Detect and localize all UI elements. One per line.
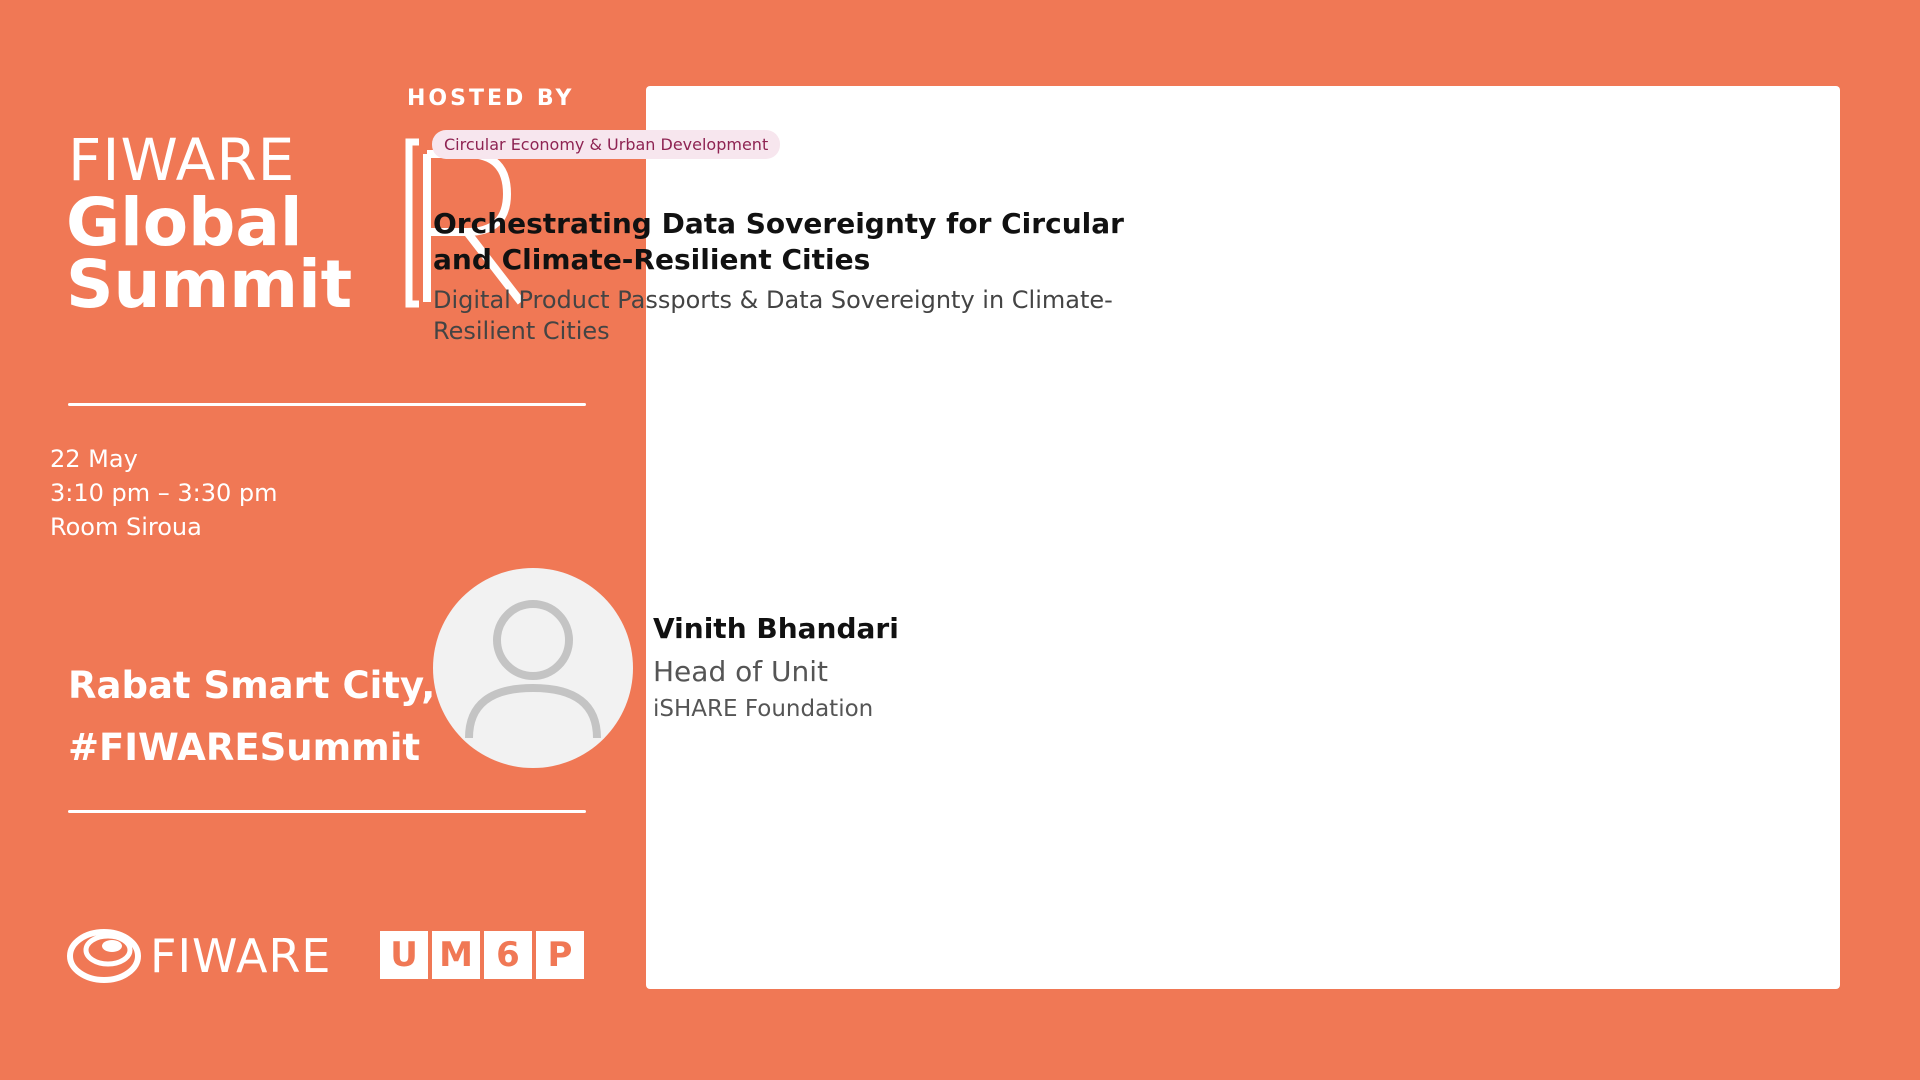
session-time: 3:10 pm – 3:30 pm (50, 479, 278, 507)
um6p-letter: M (432, 931, 480, 979)
hosted-by-label: HOSTED BY (407, 86, 575, 111)
user-placeholder-icon (465, 600, 601, 739)
summit-title-summit: Summit (66, 246, 353, 323)
session-subtitle: Digital Product Passports & Data Soverei… (433, 286, 1113, 345)
session-date: 22 May (50, 445, 138, 473)
fiware-swirl-logo-icon (67, 929, 141, 983)
um6p-letter: 6 (484, 931, 532, 979)
um6p-letter: U (380, 931, 428, 979)
speaker-avatar (433, 568, 633, 768)
event-hashtag: #FIWARESummit (68, 726, 421, 769)
session-title: Orchestrating Data Sovereignty for Circu… (433, 207, 1124, 276)
category-badge: Circular Economy & Urban Development (432, 130, 781, 159)
speaker-role: Head of Unit (653, 655, 828, 688)
um6p-logo: U M 6 P (380, 931, 584, 979)
speaker-name: Vinith Bhandari (653, 612, 899, 645)
speaker-organization: iSHARE Foundation (653, 696, 874, 722)
session-room: Room Siroua (50, 513, 202, 541)
event-location: Rabat Smart City, Morocco (68, 664, 468, 707)
summit-title-fiware: FIWARE (68, 126, 296, 194)
fiware-wordmark: FIWARE (150, 929, 332, 983)
um6p-letter: P (536, 931, 584, 979)
divider-bottom (68, 810, 586, 813)
divider-top (68, 403, 586, 406)
